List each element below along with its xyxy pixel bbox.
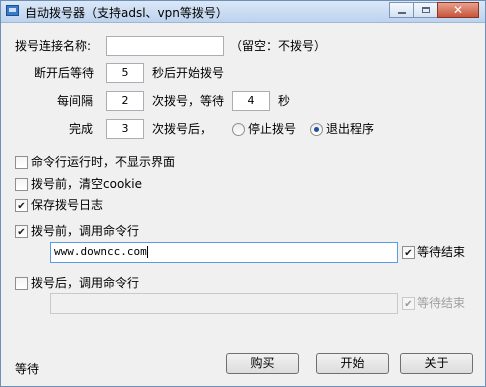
window-title: 自动拨号器（支持adsl、vpn等拨号）	[25, 6, 228, 20]
exit-program-label[interactable]: 退出程序	[326, 121, 374, 137]
post-wait-checkbox[interactable]	[402, 297, 415, 310]
stop-dialing-label[interactable]: 停止拨号	[248, 121, 296, 137]
close-icon: ✕	[452, 3, 464, 17]
clear-cookie-label[interactable]: 拨号前，清空cookie	[31, 176, 142, 192]
conn-name-hint: （留空：不拨号）	[230, 39, 327, 53]
clear-cookie-checkbox[interactable]	[15, 178, 28, 191]
minimize-button[interactable]	[389, 2, 414, 18]
post-wait-label[interactable]: 等待结束	[417, 295, 465, 311]
start-button[interactable]: 开始	[316, 353, 389, 374]
pre-wait-label[interactable]: 等待结束	[417, 244, 465, 260]
wait-prefix-label: 断开后等待	[34, 66, 95, 80]
pre-wait-checkbox[interactable]	[402, 246, 415, 259]
window-controls: ✕	[389, 2, 479, 20]
done-count-input[interactable]: 3	[106, 119, 144, 139]
about-button[interactable]: 关于	[400, 353, 473, 374]
pre-cmd-checkbox[interactable]	[15, 225, 28, 238]
pre-cmd-input[interactable]: www.downcc.com	[50, 242, 398, 263]
maximize-button[interactable]	[413, 2, 438, 18]
save-log-label[interactable]: 保存拨号日志	[31, 197, 103, 213]
app-icon	[6, 5, 19, 16]
interval-wait-input[interactable]: 4	[232, 91, 270, 111]
interval-mid-label: 次拨号，等待	[152, 94, 225, 108]
post-cmd-checkbox[interactable]	[15, 277, 28, 290]
status-text: 等待	[15, 362, 40, 376]
interval-count-input[interactable]: 2	[106, 91, 144, 111]
wait-seconds-input[interactable]: 5	[106, 63, 144, 83]
stop-dialing-radio[interactable]	[232, 123, 245, 136]
hide-ui-label[interactable]: 命令行运行时，不显示界面	[31, 154, 175, 170]
conn-name-label: 拨号连接名称:	[15, 39, 92, 53]
pre-cmd-label[interactable]: 拨号前，调用命令行	[31, 223, 139, 239]
done-suffix-label: 次拨号后，	[152, 122, 213, 136]
dialer-window: 自动拨号器（支持adsl、vpn等拨号） ✕ 拨号连接名称: （留空：不拨号） …	[0, 0, 486, 387]
wait-suffix-label: 秒后开始拨号	[152, 66, 225, 80]
title-bar[interactable]: 自动拨号器（支持adsl、vpn等拨号） ✕	[1, 1, 485, 23]
done-prefix-label: 完成	[69, 122, 94, 136]
interval-suffix-label: 秒	[278, 94, 291, 108]
close-button[interactable]: ✕	[437, 2, 479, 18]
post-cmd-label[interactable]: 拨号后，调用命令行	[31, 275, 139, 291]
post-cmd-input[interactable]	[50, 293, 398, 314]
pre-cmd-value: www.downcc.com	[54, 245, 147, 258]
exit-program-radio[interactable]	[310, 123, 323, 136]
text-cursor	[146, 246, 148, 258]
save-log-checkbox[interactable]	[15, 199, 28, 212]
hide-ui-checkbox[interactable]	[15, 156, 28, 169]
buy-button[interactable]: 购买	[226, 353, 299, 374]
interval-prefix-label: 每间隔	[57, 94, 94, 108]
conn-name-input[interactable]	[106, 36, 224, 56]
